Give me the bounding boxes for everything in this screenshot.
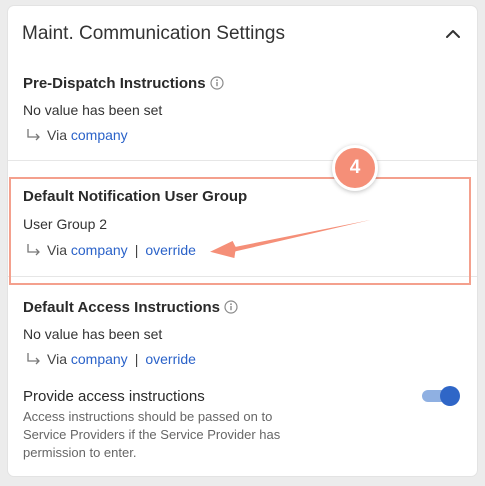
info-icon[interactable]	[224, 300, 238, 318]
company-link[interactable]: company	[71, 242, 128, 258]
via-line: Via company | override	[26, 351, 196, 369]
step-badge: 4	[332, 145, 378, 191]
return-arrow-icon	[26, 128, 42, 145]
provide-access-instructions-toggle[interactable]	[422, 386, 460, 406]
section-title-text: Default Access Instructions	[23, 299, 220, 316]
return-arrow-icon	[26, 352, 42, 369]
via-prefix: Via	[47, 351, 67, 367]
via-prefix: Via	[47, 242, 67, 258]
link-separator: |	[134, 242, 139, 258]
section-value: No value has been set	[23, 102, 163, 118]
info-icon[interactable]	[209, 76, 224, 94]
section-title-text: Pre-Dispatch Instructions	[23, 75, 206, 92]
maint-communication-settings-panel: Maint. Communication Settings Pre-Dispat…	[8, 6, 477, 476]
override-link[interactable]: override	[145, 242, 196, 258]
override-link[interactable]: override	[145, 351, 196, 367]
via-line: Via company | override	[26, 242, 196, 260]
divider	[8, 160, 477, 161]
panel-header[interactable]: Maint. Communication Settings	[8, 6, 477, 62]
access-toggle-label: Provide access instructions	[23, 388, 205, 405]
chevron-up-icon[interactable]	[441, 22, 465, 46]
section-title: Pre-Dispatch Instructions	[23, 75, 224, 94]
toggle-knob	[440, 386, 460, 406]
section-value: No value has been set	[23, 326, 163, 342]
divider	[8, 276, 477, 277]
return-arrow-icon	[26, 243, 42, 260]
access-toggle-help: Access instructions should be passed on …	[23, 409, 281, 460]
link-separator: |	[134, 351, 139, 367]
section-title: Default Access Instructions	[23, 299, 238, 318]
section-title: Default Notification User Group	[23, 188, 248, 205]
company-link[interactable]: company	[71, 351, 128, 367]
via-line: Via company	[26, 127, 128, 145]
company-link[interactable]: company	[71, 127, 128, 143]
section-value: User Group 2	[23, 216, 108, 232]
panel-title: Maint. Communication Settings	[22, 23, 285, 44]
via-prefix: Via	[47, 127, 67, 143]
